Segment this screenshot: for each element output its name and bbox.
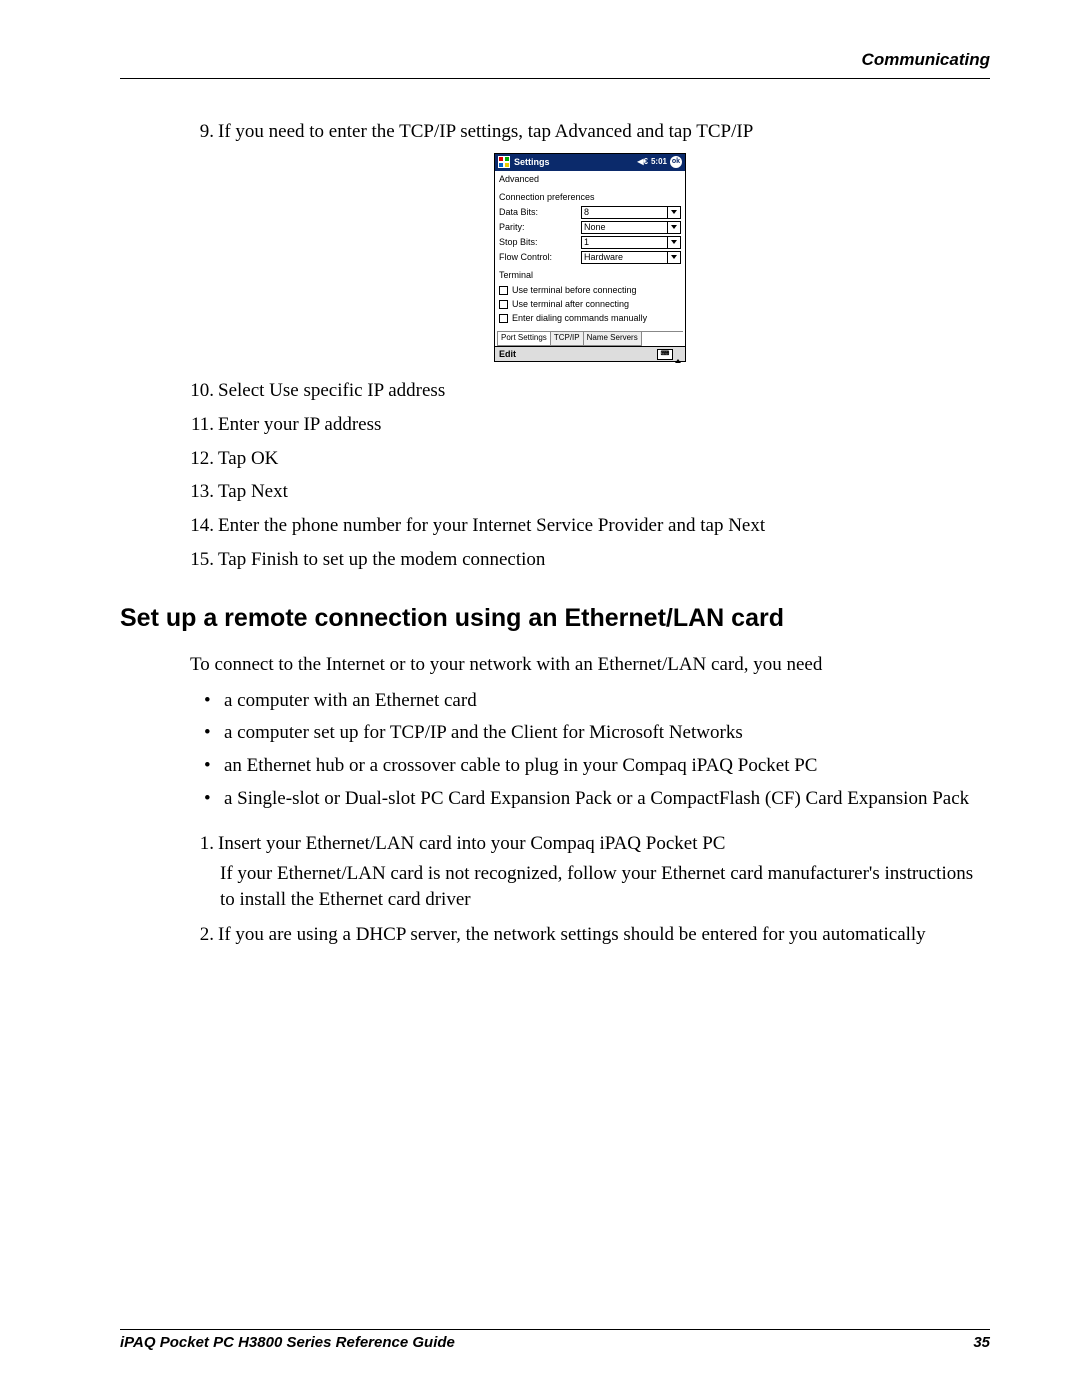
ok-button[interactable]: ok [670, 156, 682, 168]
step-2-ethernet: 2.If you are using a DHCP server, the ne… [190, 922, 990, 948]
stop-bits-select[interactable]: 1 [581, 236, 681, 249]
step-number: 9. [190, 119, 214, 145]
window-title: Settings [514, 156, 550, 168]
data-bits-row: Data Bits: 8 [495, 205, 685, 220]
edit-bar: Edit ⌨ [495, 346, 685, 361]
tab-name-servers[interactable]: Name Servers [583, 332, 642, 346]
data-bits-select[interactable]: 8 [581, 206, 681, 219]
checkbox-icon [499, 286, 508, 295]
tab-tcpip[interactable]: TCP/IP [550, 332, 584, 346]
clock-time: 5:01 [651, 157, 667, 168]
flow-control-label: Flow Control: [499, 251, 581, 263]
parity-row: Parity: None [495, 220, 685, 235]
step-11: 11.Enter your IP address [190, 412, 990, 438]
steps-list-a: 9.If you need to enter the TCP/IP settin… [190, 119, 990, 145]
chevron-down-icon [667, 207, 680, 218]
chevron-down-icon [667, 237, 680, 248]
enter-dialing-manual-checkbox[interactable]: Enter dialing commands manually [495, 311, 685, 325]
step-15: 15.Tap Finish to set up the modem connec… [190, 547, 990, 573]
windows-logo-icon [498, 156, 510, 168]
stop-bits-row: Stop Bits: 1 [495, 235, 685, 250]
terminal-label: Terminal [495, 265, 685, 283]
chevron-down-icon [667, 252, 680, 263]
chevron-down-icon [667, 222, 680, 233]
pocketpc-titlebar: Settings ◀€ 5:01 ok [495, 154, 685, 171]
steps-list-c: 1.Insert your Ethernet/LAN card into you… [190, 831, 990, 948]
footer-left: iPAQ Pocket PC H3800 Series Reference Gu… [120, 1334, 455, 1351]
chevron-up-icon[interactable] [675, 348, 681, 360]
step-14: 14.Enter the phone number for your Inter… [190, 513, 990, 539]
list-item: an Ethernet hub or a crossover cable to … [190, 753, 990, 779]
step-12: 12.Tap OK [190, 446, 990, 472]
step-13: 13.Tap Next [190, 479, 990, 505]
step-9: 9.If you need to enter the TCP/IP settin… [190, 119, 990, 145]
flow-control-row: Flow Control: Hardware [495, 250, 685, 265]
advanced-label: Advanced [495, 171, 685, 187]
stop-bits-label: Stop Bits: [499, 236, 581, 248]
step-text: If you need to enter the TCP/IP settings… [218, 121, 753, 142]
use-terminal-before-checkbox[interactable]: Use terminal before connecting [495, 283, 685, 297]
flow-control-select[interactable]: Hardware [581, 251, 681, 264]
footer-rule [120, 1329, 990, 1330]
parity-label: Parity: [499, 221, 581, 233]
keyboard-icon[interactable]: ⌨ [657, 349, 673, 360]
section-heading: Set up a remote connection using an Ethe… [120, 602, 990, 636]
requirements-list: a computer with an Ethernet card a compu… [190, 688, 990, 812]
steps-list-b: 10.Select Use specific IP address 11.Ent… [190, 378, 990, 572]
checkbox-icon [499, 314, 508, 323]
edit-menu[interactable]: Edit [499, 348, 516, 360]
speaker-icon: ◀€ [637, 157, 648, 168]
parity-select[interactable]: None [581, 221, 681, 234]
pocketpc-window: Settings ◀€ 5:01 ok Advanced Connection … [494, 153, 686, 363]
list-item: a computer with an Ethernet card [190, 688, 990, 714]
tab-port-settings[interactable]: Port Settings [497, 332, 551, 346]
tabs-row: Port Settings TCP/IP Name Servers [495, 331, 685, 346]
use-terminal-after-checkbox[interactable]: Use terminal after connecting [495, 297, 685, 311]
footer: iPAQ Pocket PC H3800 Series Reference Gu… [120, 1329, 990, 1351]
intro-paragraph: To connect to the Internet or to your ne… [190, 652, 990, 678]
step-10: 10.Select Use specific IP address [190, 378, 990, 404]
page-number: 35 [973, 1334, 990, 1351]
list-item: a computer set up for TCP/IP and the Cli… [190, 720, 990, 746]
data-bits-label: Data Bits: [499, 206, 581, 218]
step-1-ethernet: 1.Insert your Ethernet/LAN card into you… [190, 831, 990, 912]
header-rule [120, 78, 990, 79]
pocketpc-screenshot-wrapper: Settings ◀€ 5:01 ok Advanced Connection … [190, 153, 990, 363]
chapter-header: Communicating [120, 50, 990, 78]
step-1-follow: If your Ethernet/LAN card is not recogni… [220, 861, 990, 912]
connection-preferences-label: Connection preferences [495, 187, 685, 205]
checkbox-icon [499, 300, 508, 309]
list-item: a Single-slot or Dual-slot PC Card Expan… [190, 786, 990, 812]
